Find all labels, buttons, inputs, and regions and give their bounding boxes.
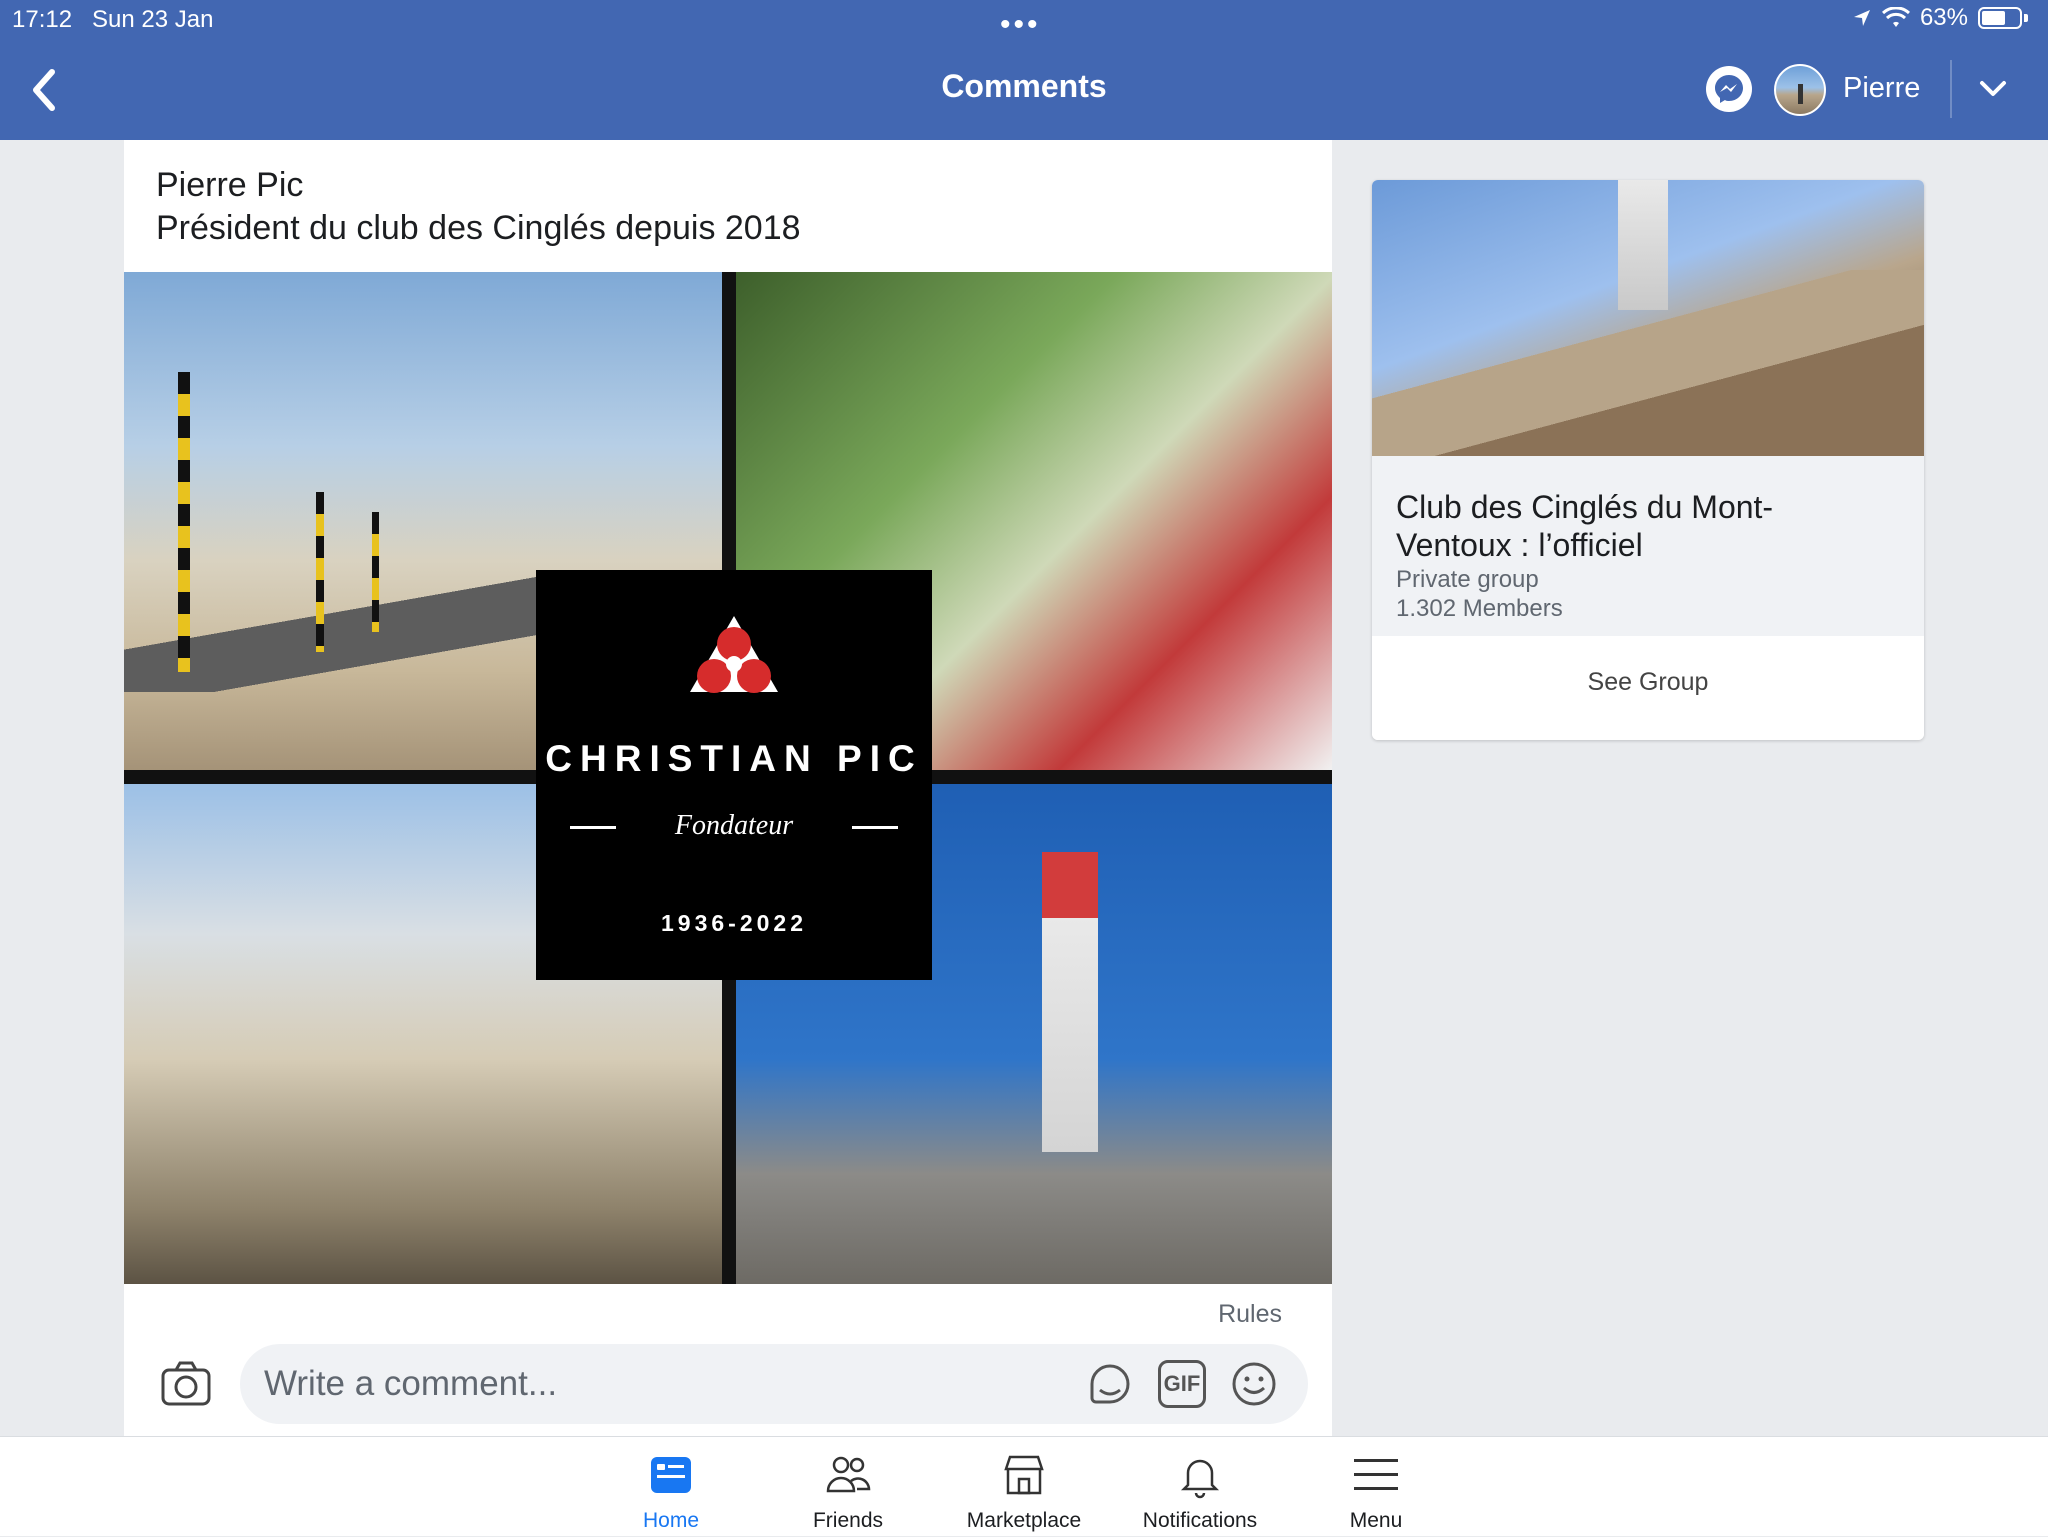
club-emblem-icon xyxy=(690,616,778,693)
rules-link[interactable]: Rules xyxy=(1218,1300,1282,1329)
status-date: Sun 23 Jan xyxy=(92,6,214,33)
status-indicators: 63% xyxy=(1852,4,2028,32)
bell-icon xyxy=(1180,1459,1220,1499)
battery-fill xyxy=(1982,11,2005,25)
group-member-count: 1.302 Members xyxy=(1396,595,1563,622)
status-time: 17:12 xyxy=(12,6,73,33)
top-navigation-bar: 17:12 Sun 23 Jan ••• 63% Comments Pierre xyxy=(0,0,2048,140)
comment-composer: GIF xyxy=(124,1336,1332,1436)
tab-home[interactable]: Home xyxy=(591,1437,751,1537)
post-card: Pierre Pic Président du club des Cinglés… xyxy=(124,140,1332,1436)
tab-label: Notifications xyxy=(1142,1509,1258,1532)
group-privacy: Private group xyxy=(1396,566,1539,593)
multitasking-dots-icon[interactable]: ••• xyxy=(1000,10,1041,40)
memorial-name: CHRISTIAN PIC xyxy=(545,738,923,779)
messenger-button[interactable] xyxy=(1706,66,1752,112)
wifi-icon xyxy=(1881,7,1910,27)
bottom-tab-bar: Home Friends Marketplace Notifications M… xyxy=(0,1436,2048,1536)
dash-line xyxy=(852,826,898,829)
tab-marketplace[interactable]: Marketplace xyxy=(944,1437,1104,1537)
post-photo[interactable]: CHRISTIAN PIC Fondateur 1936-2022 xyxy=(124,272,1332,1284)
gif-button[interactable]: GIF xyxy=(1158,1360,1206,1408)
memorial-years: 1936-2022 xyxy=(661,910,807,936)
memorial-panel: CHRISTIAN PIC Fondateur 1936-2022 xyxy=(536,570,932,980)
comment-input[interactable] xyxy=(264,1344,1044,1424)
profile-name[interactable]: Pierre xyxy=(1843,72,1920,105)
home-feed-icon xyxy=(651,1457,691,1493)
friends-icon xyxy=(826,1456,871,1493)
emoji-icon[interactable] xyxy=(1230,1360,1278,1408)
avatar[interactable] xyxy=(1774,64,1826,116)
post-body: Président du club des Cinglés depuis 201… xyxy=(156,209,801,247)
group-card: Club des Cinglés du Mont-Ventoux : l’off… xyxy=(1372,180,1924,740)
tower-shape xyxy=(1042,852,1098,1152)
tab-menu[interactable]: Menu xyxy=(1296,1437,1456,1537)
tab-label: Marketplace xyxy=(966,1509,1082,1532)
camera-icon[interactable] xyxy=(160,1358,212,1408)
tower-shape xyxy=(1618,180,1668,310)
group-name[interactable]: Club des Cinglés du Mont-Ventoux : l’off… xyxy=(1396,488,1876,564)
tab-label: Friends xyxy=(812,1509,884,1532)
hamburger-icon xyxy=(1354,1459,1398,1490)
tab-label: Home xyxy=(642,1509,700,1532)
battery-cap xyxy=(2024,14,2028,22)
tab-label: Menu xyxy=(1349,1509,1403,1532)
battery-icon xyxy=(1978,7,2022,29)
snow-pole xyxy=(372,512,379,632)
messenger-icon xyxy=(1715,75,1743,103)
sticker-icon[interactable] xyxy=(1086,1360,1134,1408)
snow-pole xyxy=(178,372,190,672)
battery-percent: 63% xyxy=(1919,4,1968,31)
marketplace-icon xyxy=(1004,1455,1044,1495)
tab-friends[interactable]: Friends xyxy=(768,1437,928,1537)
post-author: Pierre Pic xyxy=(156,166,304,204)
see-group-button[interactable]: See Group xyxy=(1372,636,1924,740)
post-text: Pierre Pic Président du club des Cinglés… xyxy=(156,164,801,250)
chevron-down-icon[interactable] xyxy=(1976,74,2010,104)
location-arrow-icon xyxy=(1853,10,1870,26)
snow-pole xyxy=(316,492,324,652)
comment-box: GIF xyxy=(240,1344,1308,1424)
group-info: Club des Cinglés du Mont-Ventoux : l’off… xyxy=(1372,456,1924,636)
tab-notifications[interactable]: Notifications xyxy=(1120,1437,1280,1537)
nav-divider xyxy=(1950,60,1952,118)
group-cover-photo[interactable] xyxy=(1372,180,1924,460)
